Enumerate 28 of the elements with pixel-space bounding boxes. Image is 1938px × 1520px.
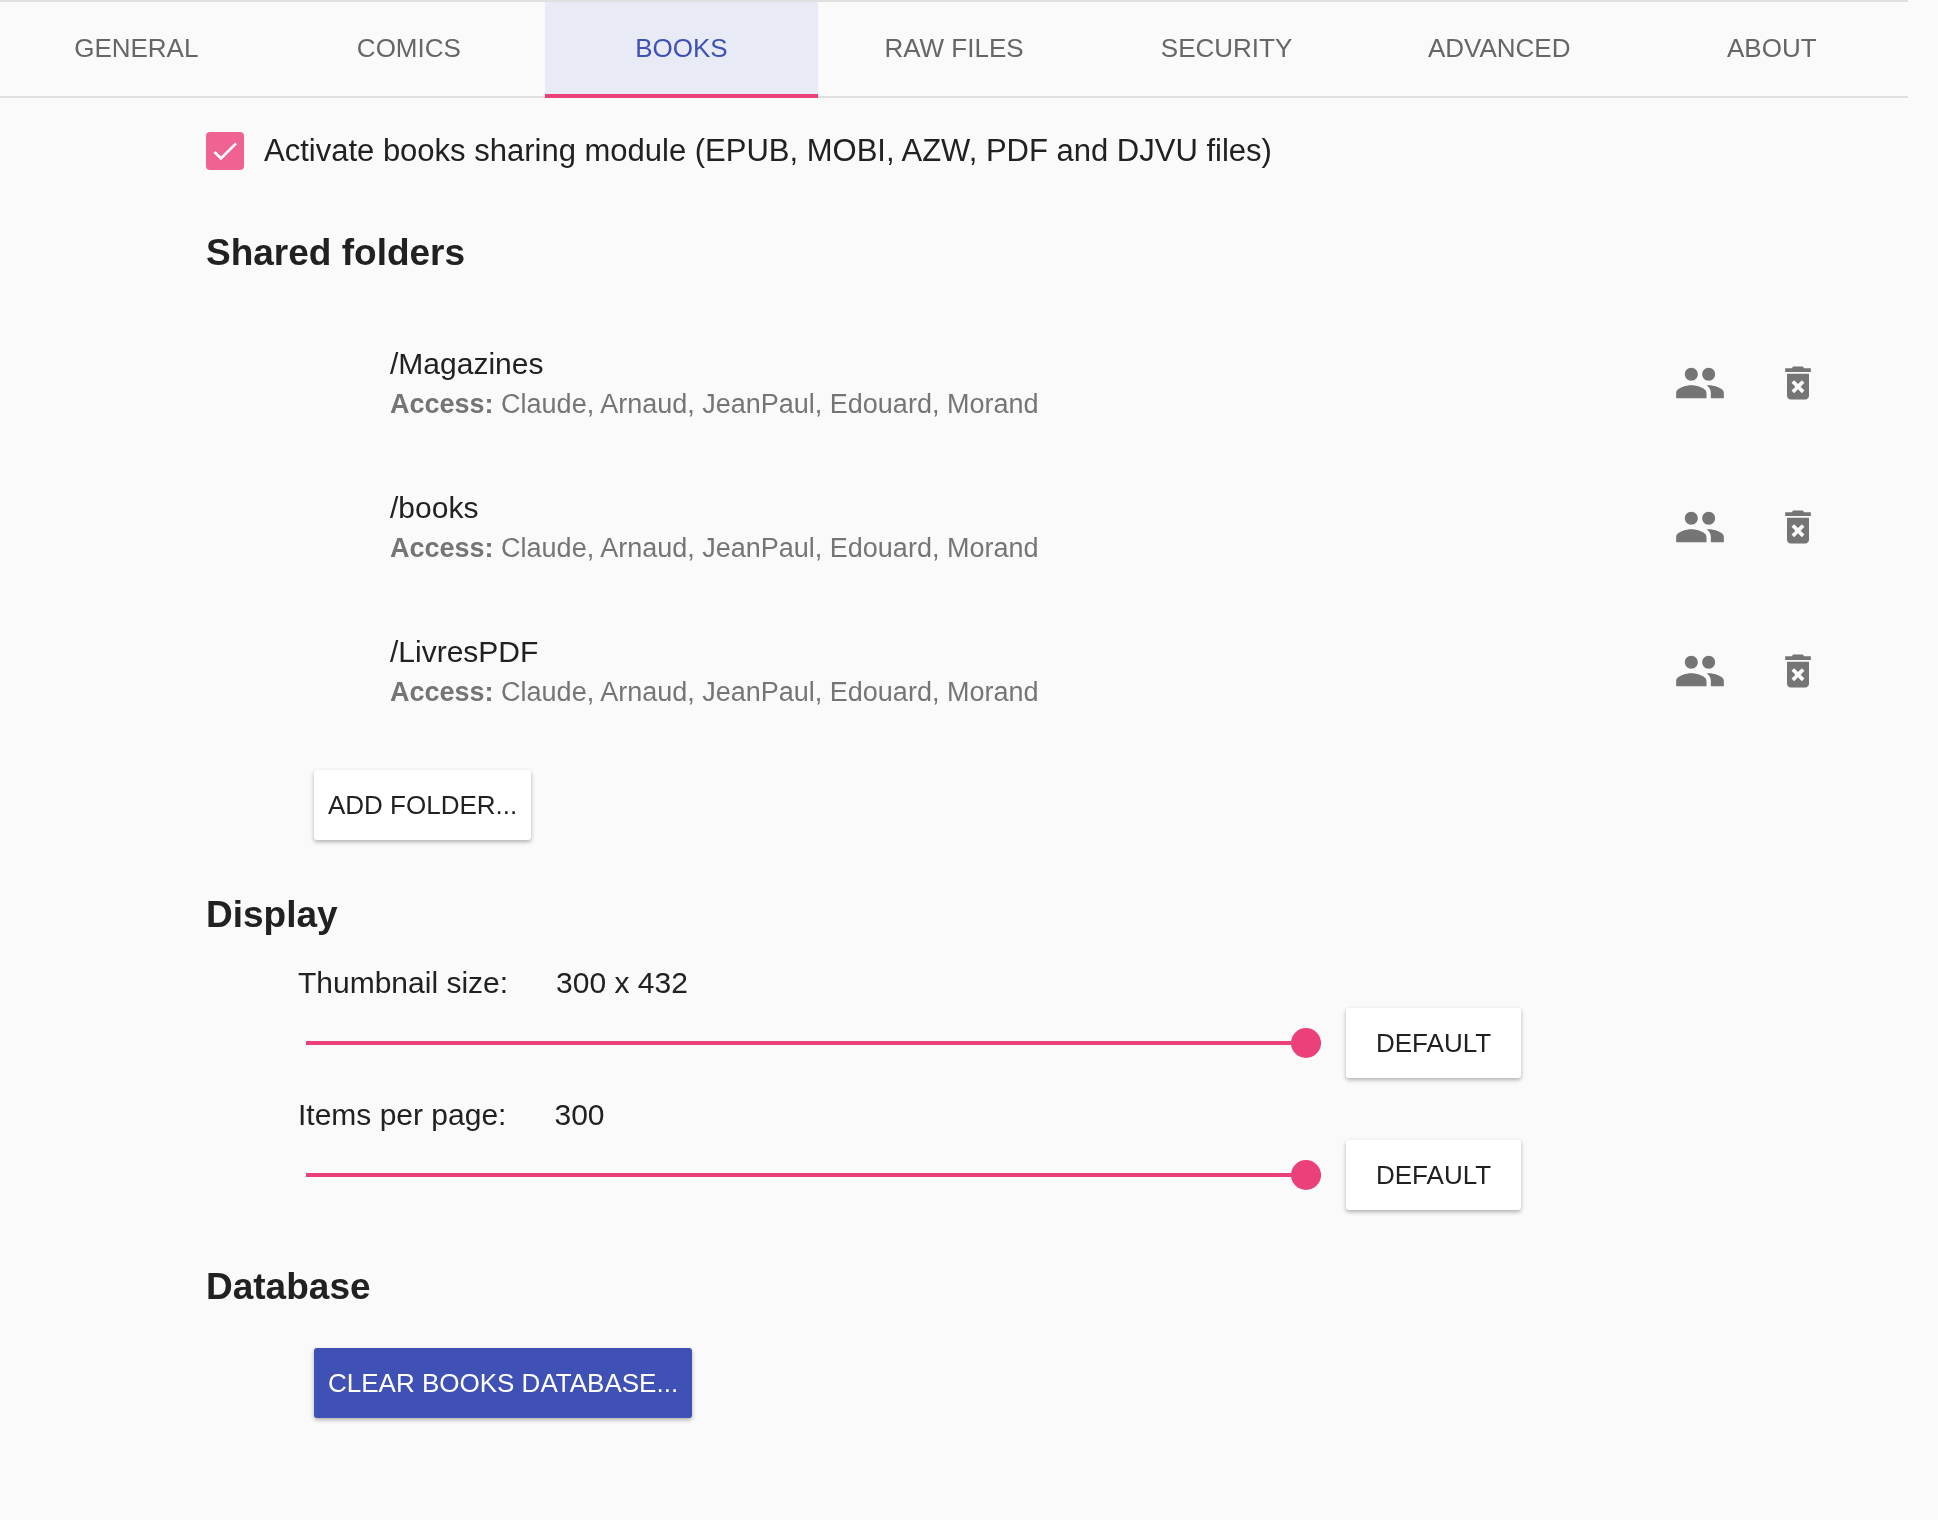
clear-database-button[interactable]: CLEAR BOOKS DATABASE...: [314, 1348, 693, 1418]
folder-access: Access: Claude, Arnaud, JeanPaul, Edouard, Morand: [390, 532, 1039, 564]
default-button[interactable]: DEFAULT: [1346, 1140, 1522, 1210]
tab[interactable]: SECURITY: [1090, 2, 1363, 98]
section-heading: Shared folders: [206, 232, 467, 274]
folder-access: Access: Claude, Arnaud, JeanPaul, Edouard, Morand: [390, 676, 1039, 708]
setting-label: Thumbnail size:: [298, 966, 509, 1000]
setting-value: 300 x 432: [556, 966, 688, 1000]
tab[interactable]: ADVANCED: [1362, 2, 1636, 98]
setting-label: Items per page:: [298, 1098, 507, 1132]
section-heading: Database: [206, 1266, 372, 1308]
default-button[interactable]: DEFAULT: [1346, 1008, 1522, 1078]
tab[interactable]: ABOUT: [1635, 2, 1909, 98]
slider-thumb[interactable]: [1291, 1160, 1321, 1190]
slider-thumb[interactable]: [1291, 1028, 1321, 1058]
checkbox[interactable]: [206, 132, 244, 170]
checkbox-label: Activate books sharing module (EPUB, MOBI, AZW, PDF and DJVU files): [264, 133, 1272, 169]
tab[interactable]: GENERAL: [0, 2, 273, 98]
tab[interactable]: BOOKS: [545, 2, 818, 98]
tab[interactable]: RAW FILES: [817, 2, 1091, 98]
add-folder-button[interactable]: ADD FOLDER...: [314, 770, 532, 840]
folder-path: /Magazines: [390, 346, 544, 381]
section-heading: Display: [206, 894, 339, 936]
folder-path: /LivresPDF: [390, 634, 539, 669]
setting-value: 300: [554, 1098, 605, 1132]
tab[interactable]: COMICS: [272, 2, 546, 98]
folder-access: Access: Claude, Arnaud, JeanPaul, Edouard, Morand: [390, 388, 1039, 420]
folder-path: /books: [390, 490, 479, 525]
